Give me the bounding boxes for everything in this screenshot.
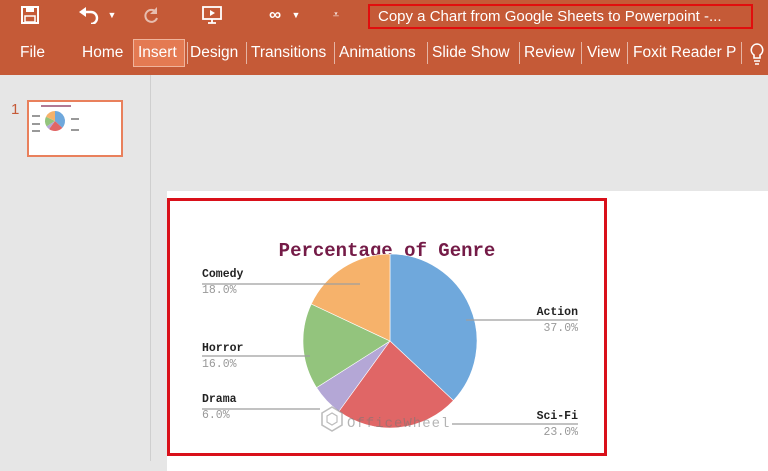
tab-slide-show[interactable]: Slide Show [432, 39, 510, 67]
thumbnail-label-bar [32, 115, 40, 117]
percent-comedy: 18.0% [202, 284, 237, 297]
chart-object[interactable]: Percentage of Genre Action 37.0% Sci-Fi 23.… [167, 198, 607, 456]
undo-icon[interactable] [74, 0, 104, 30]
percent-sci-fi: 23.0% [543, 426, 578, 439]
label-sci-fi: Sci-Fi [537, 410, 579, 423]
label-drama: Drama [202, 393, 237, 406]
slide-thumbnail[interactable] [27, 100, 123, 157]
title-bar: ▼ ∞ ▼ ⩡ Copy a Chart from Google Sheets … [0, 0, 768, 33]
tab-separator [187, 42, 188, 64]
tab-separator [741, 42, 742, 64]
thumbnail-label-bar [32, 130, 40, 132]
customize-icon[interactable]: ⩡ [330, 0, 342, 30]
tab-transitions[interactable]: Transitions [251, 39, 326, 67]
thumbnail-label-bar [71, 129, 79, 131]
tab-foxit-reader[interactable]: Foxit Reader P [633, 39, 737, 67]
label-horror: Horror [202, 342, 244, 355]
tab-separator [246, 42, 247, 64]
thumbnail-chart [32, 105, 79, 132]
save-icon[interactable] [16, 0, 44, 30]
percent-horror: 16.0% [202, 358, 237, 371]
tab-animations[interactable]: Animations [339, 39, 416, 67]
percent-action: 37.0% [543, 322, 578, 335]
tab-separator [334, 42, 335, 64]
redo-icon[interactable] [138, 0, 164, 30]
slide-number: 1 [11, 101, 20, 118]
ribbon-tabs: File Home Insert Design Transitions Anim… [0, 33, 768, 75]
thumbnail-label-bar [71, 118, 79, 120]
tab-separator [581, 42, 582, 64]
watermark-logo-inner [326, 412, 338, 426]
tab-review[interactable]: Review [524, 39, 575, 67]
tab-separator [519, 42, 520, 64]
tab-insert[interactable]: Insert [133, 39, 185, 67]
more-icon[interactable]: ∞ [262, 0, 288, 30]
thumbnail-title-bar [41, 105, 71, 107]
tell-me-icon[interactable] [746, 40, 768, 68]
watermark-text: OfficeWheel [347, 416, 450, 432]
tab-separator [627, 42, 628, 64]
tab-home[interactable]: Home [82, 39, 123, 67]
tab-view[interactable]: View [587, 39, 620, 67]
from-beginning-icon[interactable] [198, 0, 226, 30]
undo-dropdown-icon[interactable]: ▼ [106, 0, 118, 30]
thumbnail-label-bar [32, 123, 40, 125]
percent-drama: 6.0% [202, 409, 230, 422]
tab-file[interactable]: File [20, 39, 45, 67]
more-dropdown-icon[interactable]: ▼ [290, 0, 302, 30]
document-title: Copy a Chart from Google Sheets to Power… [368, 4, 753, 29]
pie-chart: Percentage of Genre Action37.0%Sci-Fi23.… [202, 240, 579, 439]
label-comedy: Comedy [202, 268, 244, 281]
watermark-logo-icon [321, 406, 343, 432]
label-action: Action [537, 306, 579, 319]
tab-design[interactable]: Design [190, 39, 238, 67]
slides-pane: 1 [0, 75, 151, 461]
tab-separator [427, 42, 428, 64]
